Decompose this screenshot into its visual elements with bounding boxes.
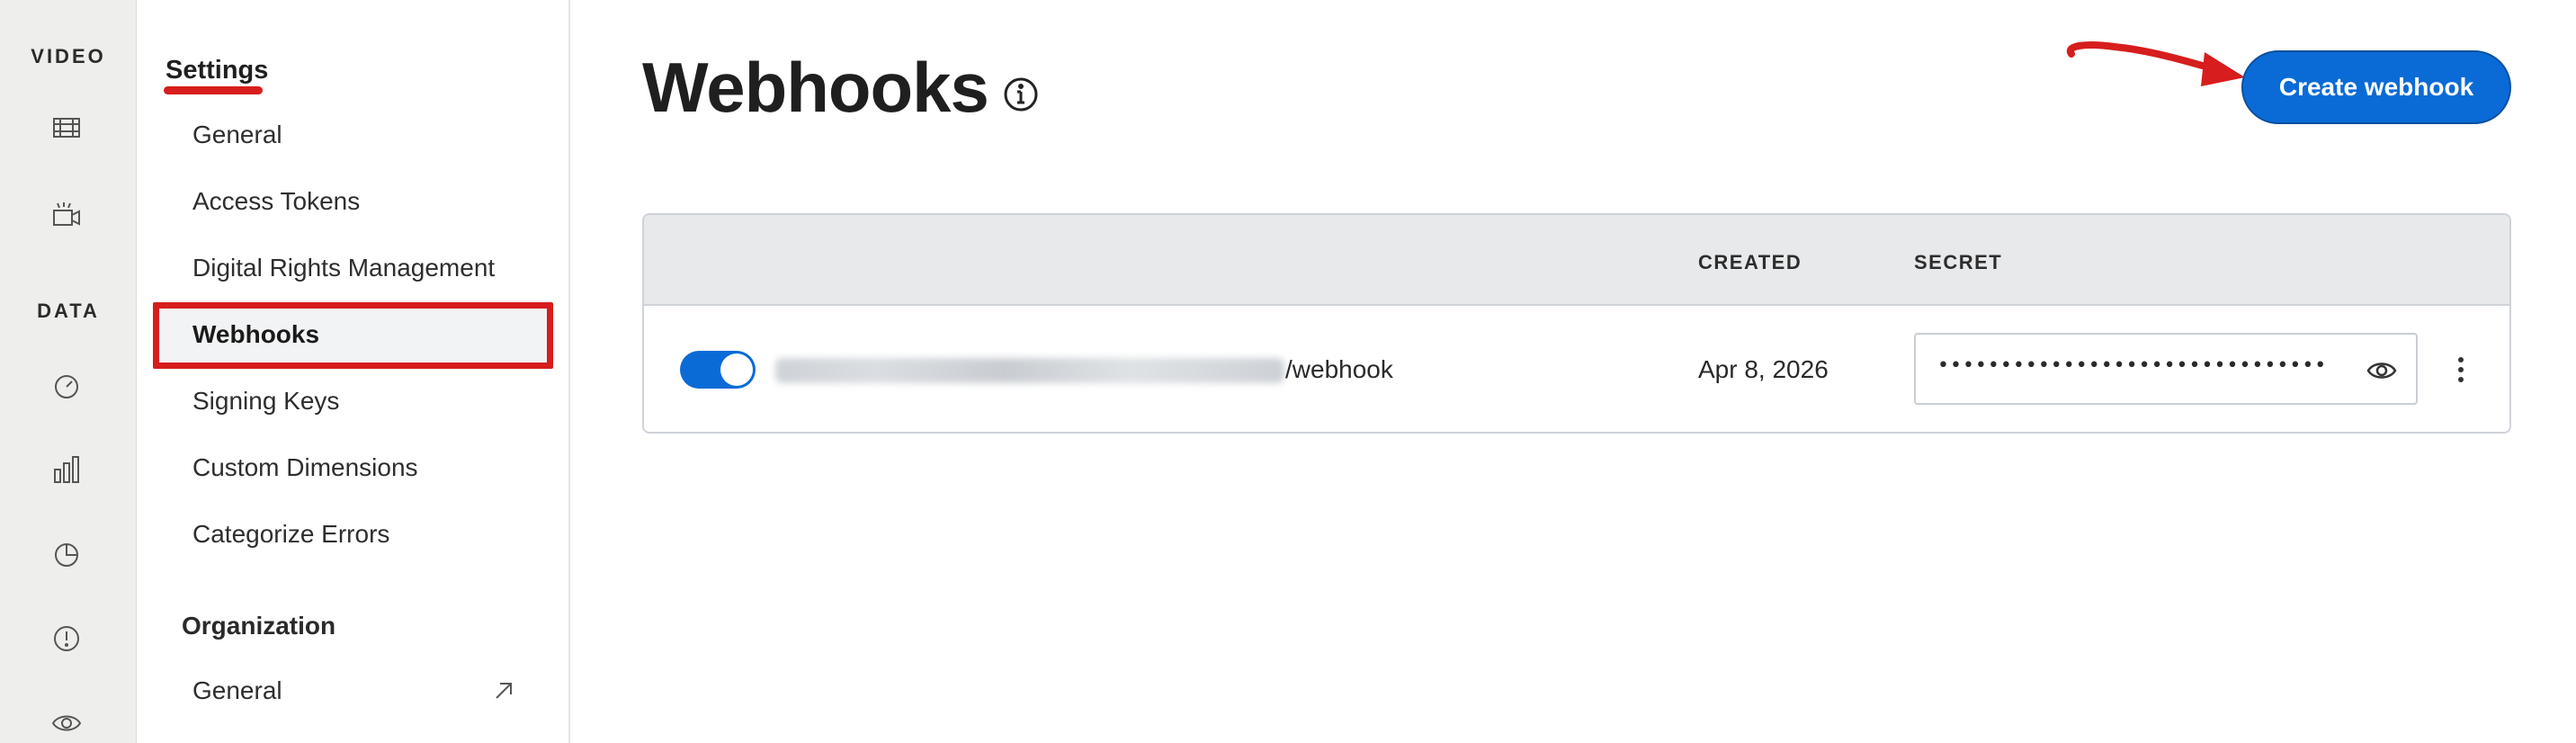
annotation-arrow-icon — [2066, 41, 2245, 86]
page-title: Webhooks — [642, 48, 989, 127]
main-content: Webhooks Create webhook CREATED SECRET /… — [572, 0, 2576, 743]
toggle-knob — [720, 354, 753, 386]
nav-item-general[interactable]: General — [192, 121, 282, 149]
nav-item-org-general[interactable]: General — [192, 676, 282, 705]
webhook-url-suffix: /webhook — [1285, 355, 1393, 383]
column-header-secret: SECRET — [1914, 251, 2003, 273]
gauge-icon[interactable] — [50, 371, 83, 403]
secret-value: ••••••••••••••••••••••••••••••• — [1937, 354, 2328, 377]
table-header: CREATED SECRET — [644, 215, 2509, 306]
video-section-label: VIDEO — [31, 45, 106, 67]
pie-chart-icon[interactable] — [50, 538, 83, 570]
settings-annotation-underline — [164, 86, 263, 94]
nav-item-webhooks[interactable]: Webhooks — [192, 320, 319, 349]
secret-field[interactable]: ••••••••••••••••••••••••••••••• — [1914, 333, 2418, 405]
nav-item-access-tokens[interactable]: Access Tokens — [192, 187, 360, 216]
eye-icon[interactable] — [50, 707, 83, 739]
app-root: VIDEO DATA Settings General Access Token… — [0, 0, 2576, 743]
nav-item-categorize-errors[interactable]: Categorize Errors — [192, 520, 389, 549]
nav-item-signing-keys[interactable]: Signing Keys — [192, 387, 339, 416]
webhooks-table: CREATED SECRET /webhook Apr 8, 2026 ••••… — [642, 213, 2511, 434]
column-header-created: CREATED — [1698, 251, 1802, 273]
organization-heading: Organization — [182, 612, 336, 640]
webhook-enabled-toggle[interactable] — [680, 351, 756, 389]
nav-item-custom-dimensions[interactable]: Custom Dimensions — [192, 453, 418, 482]
create-webhook-button[interactable]: Create webhook — [2241, 50, 2511, 124]
created-date: Apr 8, 2026 — [1698, 355, 1829, 383]
film-icon[interactable] — [50, 112, 83, 144]
left-rail: VIDEO DATA — [0, 0, 137, 743]
settings-nav: Settings General Access Tokens Digital R… — [137, 0, 570, 743]
more-options-icon[interactable] — [2452, 351, 2470, 389]
alert-icon[interactable] — [50, 622, 83, 655]
external-link-icon[interactable] — [491, 678, 516, 703]
nav-item-drm[interactable]: Digital Rights Management — [192, 254, 495, 282]
webhook-url-redacted — [775, 358, 1284, 383]
data-section-label: DATA — [37, 300, 100, 322]
bar-chart-icon[interactable] — [50, 453, 83, 486]
table-row: /webhook Apr 8, 2026 •••••••••••••••••••… — [644, 306, 2509, 432]
show-secret-eye-icon[interactable] — [2366, 354, 2398, 387]
info-icon[interactable] — [1002, 76, 1040, 113]
camera-icon[interactable] — [50, 200, 83, 232]
settings-heading: Settings — [165, 56, 269, 85]
